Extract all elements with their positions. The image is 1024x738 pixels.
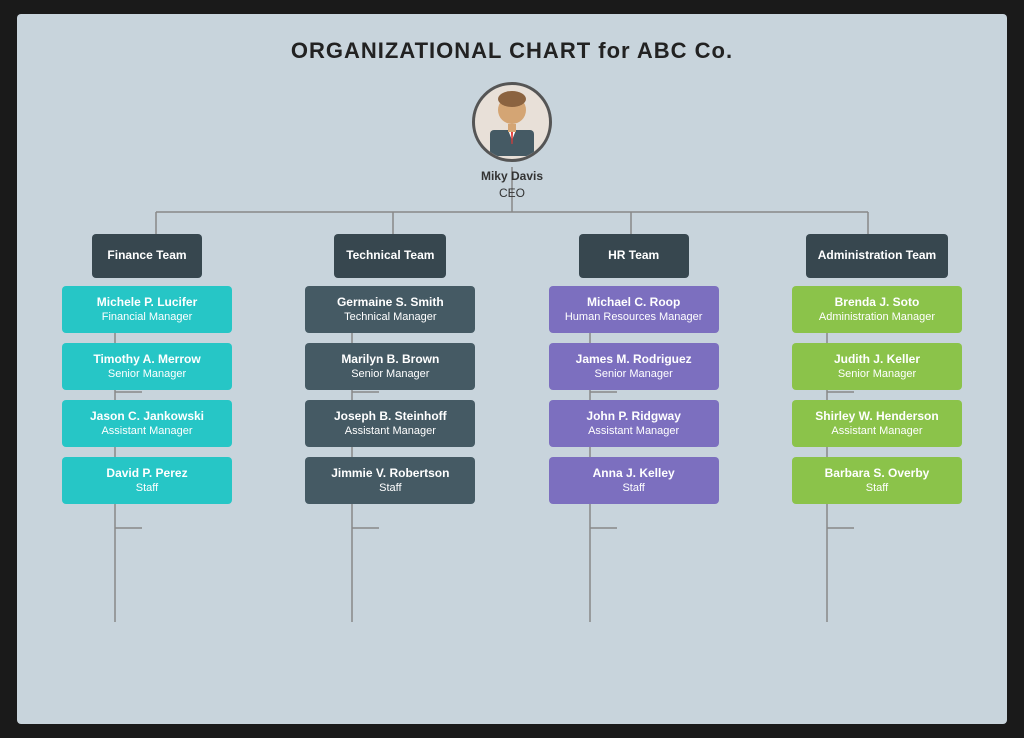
finance-card-2: Jason C. Jankowski Assistant Manager	[62, 400, 232, 447]
admin-card-2: Shirley W. Henderson Assistant Manager	[792, 400, 962, 447]
hr-cards: Michael C. Roop Human Resources Manager …	[549, 286, 719, 504]
finance-card-3: David P. Perez Staff	[62, 457, 232, 504]
chart-title: ORGANIZATIONAL CHART for ABC Co.	[37, 38, 987, 64]
finance-card-0: Michele P. Lucifer Financial Manager	[62, 286, 232, 333]
technical-card-2: Joseph B. Steinhoff Assistant Manager	[305, 400, 475, 447]
admin-card-1: Judith J. Keller Senior Manager	[792, 343, 962, 390]
hr-card-3: Anna J. Kelley Staff	[549, 457, 719, 504]
admin-card-3: Barbara S. Overby Staff	[792, 457, 962, 504]
ceo-label: Miky Davis CEO	[481, 168, 543, 202]
hr-card-1: James M. Rodriguez Senior Manager	[549, 343, 719, 390]
technical-card-1: Marilyn B. Brown Senior Manager	[305, 343, 475, 390]
teams-row: Finance Team Michele P. Lucifer Financia…	[37, 234, 987, 504]
admin-team-header: Administration Team	[806, 234, 948, 278]
hr-team-column: HR Team Michael C. Roop Human Resources …	[524, 234, 744, 504]
technical-card-3: Jimmie V. Robertson Staff	[305, 457, 475, 504]
ceo-avatar	[472, 82, 552, 162]
ceo-section: Miky Davis CEO	[37, 82, 987, 202]
admin-cards: Brenda J. Soto Administration Manager Ju…	[792, 286, 962, 504]
technical-card-0: Germaine S. Smith Technical Manager	[305, 286, 475, 333]
org-wrapper: Miky Davis CEO Finance Team Michele P. L…	[37, 82, 987, 504]
finance-cards: Michele P. Lucifer Financial Manager Tim…	[62, 286, 232, 504]
admin-team-column: Administration Team Brenda J. Soto Admin…	[767, 234, 987, 504]
chart-container: ORGANIZATIONAL CHART for ABC Co.	[17, 14, 1007, 724]
person-icon	[482, 88, 542, 156]
finance-card-1: Timothy A. Merrow Senior Manager	[62, 343, 232, 390]
hr-card-2: John P. Ridgway Assistant Manager	[549, 400, 719, 447]
hr-card-0: Michael C. Roop Human Resources Manager	[549, 286, 719, 333]
admin-card-0: Brenda J. Soto Administration Manager	[792, 286, 962, 333]
technical-team-column: Technical Team Germaine S. Smith Technic…	[280, 234, 500, 504]
finance-team-column: Finance Team Michele P. Lucifer Financia…	[37, 234, 257, 504]
finance-team-header: Finance Team	[92, 234, 202, 278]
technical-team-header: Technical Team	[334, 234, 446, 278]
technical-cards: Germaine S. Smith Technical Manager Mari…	[305, 286, 475, 504]
hr-team-header: HR Team	[579, 234, 689, 278]
